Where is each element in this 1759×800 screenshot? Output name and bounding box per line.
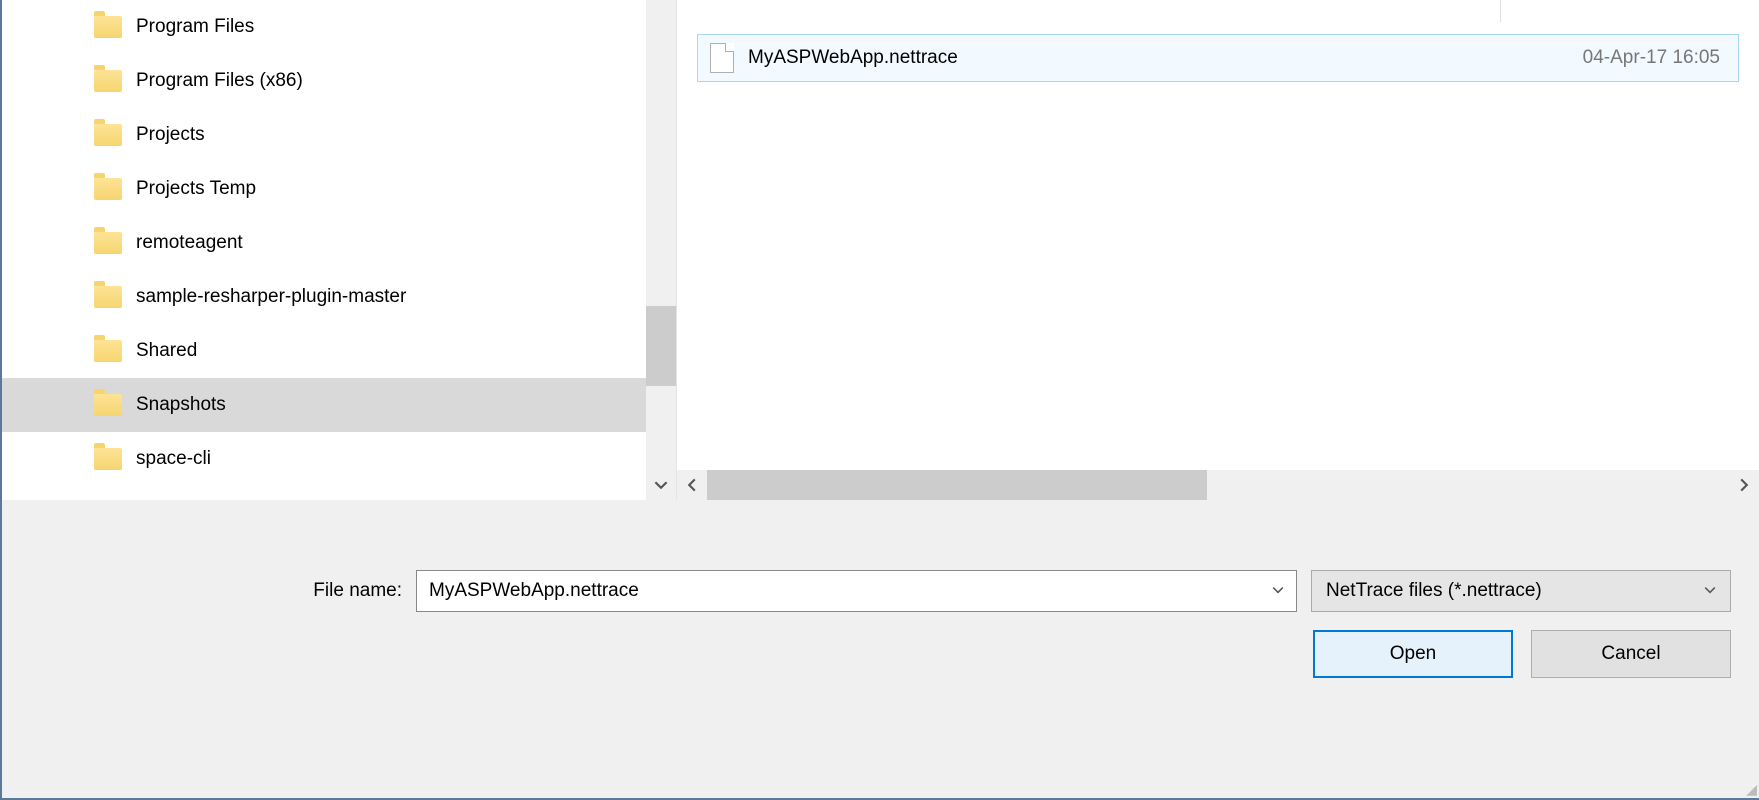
scroll-left-button[interactable] bbox=[677, 470, 707, 500]
tree-item-label: Snapshots bbox=[136, 394, 226, 416]
folder-icon bbox=[94, 124, 122, 146]
folder-icon bbox=[94, 178, 122, 200]
resize-grip[interactable]: ◢ bbox=[1741, 782, 1757, 798]
chevron-down-icon[interactable] bbox=[1264, 583, 1284, 599]
button-label: Cancel bbox=[1601, 643, 1660, 665]
tree-item-label: Shared bbox=[136, 340, 197, 362]
tree-item-program-files-x86[interactable]: Program Files (x86) bbox=[2, 54, 646, 108]
folder-icon bbox=[94, 340, 122, 362]
folder-icon bbox=[94, 16, 122, 38]
tree-item-label: remoteagent bbox=[136, 232, 243, 254]
scrollbar-thumb[interactable] bbox=[707, 470, 1207, 500]
filter-label: NetTrace files (*.nettrace) bbox=[1326, 580, 1542, 602]
chevron-right-icon bbox=[1737, 478, 1751, 492]
bottom-bar: File name: NetTrace files (*.nettrace) O… bbox=[2, 500, 1759, 798]
tree-item-projects-temp[interactable]: Projects Temp bbox=[2, 162, 646, 216]
tree-item-label: sample-resharper-plugin-master bbox=[136, 286, 406, 308]
file-list-panel: MyASPWebApp.nettrace 04-Apr-17 16:05 bbox=[676, 0, 1759, 500]
file-icon bbox=[710, 43, 734, 73]
folder-icon bbox=[94, 286, 122, 308]
open-button[interactable]: Open bbox=[1313, 630, 1513, 678]
tree-item-program-files[interactable]: Program Files bbox=[2, 0, 646, 54]
folder-icon bbox=[94, 70, 122, 92]
tree-item-label: Program Files bbox=[136, 16, 254, 38]
tree-item-label: Program Files (x86) bbox=[136, 70, 303, 92]
tree-item-label: space-cli bbox=[136, 448, 211, 470]
file-name: MyASPWebApp.nettrace bbox=[748, 47, 1569, 69]
tree-item-projects[interactable]: Projects bbox=[2, 108, 646, 162]
folder-icon bbox=[94, 232, 122, 254]
file-horizontal-scrollbar[interactable] bbox=[677, 470, 1759, 500]
tree-item-label: Projects Temp bbox=[136, 178, 256, 200]
chevron-down-icon bbox=[654, 478, 668, 492]
scrollbar-thumb[interactable] bbox=[646, 306, 676, 386]
dialog-buttons: Open Cancel bbox=[2, 630, 1731, 678]
scrollbar-track[interactable] bbox=[707, 470, 1729, 500]
folder-tree-panel: Program Files Program Files (x86) Projec… bbox=[2, 0, 676, 500]
filename-label: File name: bbox=[2, 580, 402, 602]
folder-icon bbox=[94, 394, 122, 416]
file-date: 04-Apr-17 16:05 bbox=[1583, 47, 1726, 69]
button-label: Open bbox=[1390, 643, 1436, 665]
chevron-left-icon bbox=[685, 478, 699, 492]
cancel-button[interactable]: Cancel bbox=[1531, 630, 1731, 678]
column-separator[interactable] bbox=[1500, 0, 1501, 22]
file-row[interactable]: MyASPWebApp.nettrace 04-Apr-17 16:05 bbox=[697, 34, 1739, 82]
main-area: Program Files Program Files (x86) Projec… bbox=[2, 0, 1759, 500]
scroll-right-button[interactable] bbox=[1729, 470, 1759, 500]
folder-tree-list[interactable]: Program Files Program Files (x86) Projec… bbox=[2, 0, 646, 500]
filename-field[interactable] bbox=[429, 580, 1264, 602]
scroll-down-button[interactable] bbox=[646, 470, 676, 500]
file-type-filter[interactable]: NetTrace files (*.nettrace) bbox=[1311, 570, 1731, 612]
file-list[interactable]: MyASPWebApp.nettrace 04-Apr-17 16:05 bbox=[677, 0, 1759, 470]
tree-item-sample-resharper-plugin-master[interactable]: sample-resharper-plugin-master bbox=[2, 270, 646, 324]
tree-item-space-cli[interactable]: space-cli bbox=[2, 432, 646, 486]
tree-item-snapshots[interactable]: Snapshots bbox=[2, 378, 646, 432]
tree-item-shared[interactable]: Shared bbox=[2, 324, 646, 378]
tree-vertical-scrollbar[interactable] bbox=[646, 0, 676, 500]
tree-item-remoteagent[interactable]: remoteagent bbox=[2, 216, 646, 270]
filename-input[interactable] bbox=[416, 570, 1297, 612]
folder-icon bbox=[94, 448, 122, 470]
chevron-down-icon bbox=[1696, 583, 1716, 599]
filename-row: File name: NetTrace files (*.nettrace) bbox=[2, 570, 1731, 612]
tree-item-label: Projects bbox=[136, 124, 205, 146]
